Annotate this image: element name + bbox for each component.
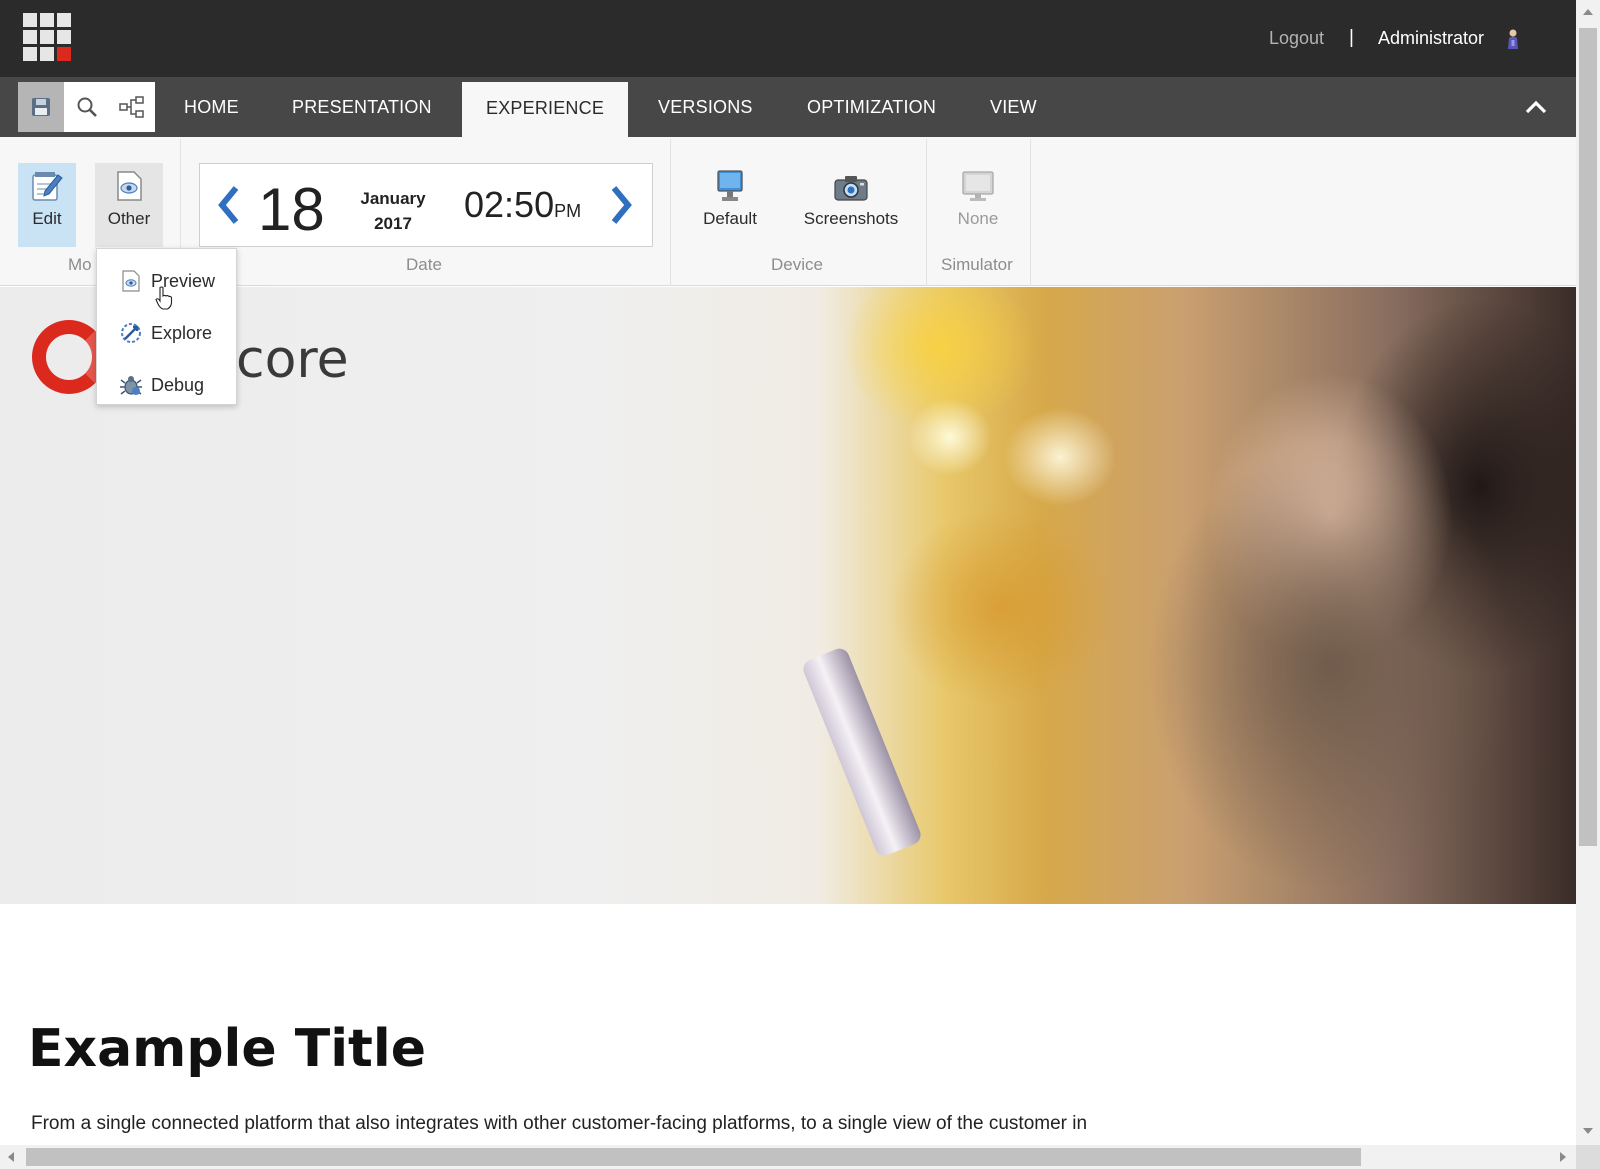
search-button[interactable] [64,82,110,132]
quick-action-bar [18,82,155,132]
search-icon [77,97,97,117]
time-ampm: PM [554,201,582,221]
horizontal-scroll-thumb[interactable] [26,1148,1361,1166]
logo-mark-icon [32,320,106,394]
tab-presentation[interactable]: PRESENTATION [292,77,432,137]
experience-editor: Logout | Administrator HOME PRESENTATION… [0,0,1600,1169]
scroll-left-icon[interactable] [8,1152,14,1162]
top-bar: Logout | Administrator [0,0,1576,77]
collapse-ribbon-icon[interactable] [1524,97,1548,117]
ribbon-tab-bar: HOME PRESENTATION EXPERIENCE VERSIONS OP… [0,77,1576,137]
launchpad-icon[interactable] [23,13,73,63]
simulator-none-label: None [957,209,999,228]
page-title: Example Title [28,1019,426,1079]
edit-icon [32,172,63,201]
logo-text: core [236,330,349,390]
navigator-icon [119,96,144,118]
menu-item-label: Explore [151,322,213,343]
scroll-down-icon[interactable] [1583,1128,1593,1134]
scroll-up-icon[interactable] [1583,9,1593,15]
simulator-group-label: Simulator [941,255,1013,274]
tab-view[interactable]: VIEW [990,77,1037,137]
simulator-monitor-icon [962,171,994,201]
previous-date-icon[interactable] [214,184,244,226]
other-mode-icon [117,171,142,201]
save-button[interactable] [18,82,64,132]
date-year: 2017 [374,214,412,233]
simulator-none-button[interactable]: None [950,163,1006,247]
monitor-icon [717,170,743,201]
menu-item-label: Debug [151,374,205,395]
time-value: 02:50 [464,184,555,225]
explore-icon [121,323,141,343]
date-group-label: Date [406,255,442,274]
logout-link[interactable]: Logout [1269,28,1324,49]
date-time: 02:50PM [464,184,581,226]
page-body-text: From a single connected platform that al… [31,1113,1088,1134]
preview-icon [122,270,140,292]
next-date-icon[interactable] [606,184,636,226]
menu-item-debug[interactable]: Debug [97,365,238,405]
other-mode-button[interactable]: Other [95,163,163,247]
hero-phone-image [800,645,924,859]
default-device-label: Default [703,209,757,228]
date-month-year: January 2017 [350,186,436,236]
date-selector: 18 January 2017 02:50PM [199,163,653,247]
date-month: January [360,189,426,208]
other-mode-label: Other [107,209,151,228]
scroll-right-icon[interactable] [1560,1152,1566,1162]
device-group-label: Device [771,255,823,274]
save-icon [31,98,50,116]
camera-icon [834,176,868,201]
menu-item-explore[interactable]: Explore [97,313,238,353]
topbar-separator: | [1349,27,1354,48]
tab-experience[interactable]: EXPERIENCE [462,82,629,137]
edit-mode-button[interactable]: Edit [18,163,76,247]
horizontal-scrollbar[interactable] [0,1145,1576,1169]
user-name[interactable]: Administrator [1378,28,1484,49]
tab-optimization[interactable]: OPTIMIZATION [807,77,936,137]
user-avatar-icon[interactable] [1506,28,1520,50]
navigator-button[interactable] [109,82,155,132]
mode-group-label: Mo [68,255,92,274]
tab-versions[interactable]: VERSIONS [658,77,753,137]
other-mode-dropdown: Preview Explore Debug [96,248,237,405]
group-divider [1030,139,1031,286]
default-device-button[interactable]: Default [698,163,762,247]
debug-icon [120,376,142,395]
date-day: 18 [258,176,325,243]
edit-mode-label: Edit [32,209,62,228]
screenshots-button[interactable]: Screenshots [795,163,907,247]
screenshots-label: Screenshots [803,209,899,228]
hand-cursor-icon [155,286,173,310]
group-divider [926,139,927,286]
vertical-scrollbar[interactable] [1576,0,1600,1145]
scrollbar-corner [1576,1145,1600,1169]
group-divider [670,139,671,286]
tab-home[interactable]: HOME [184,77,239,137]
vertical-scroll-thumb[interactable] [1579,28,1597,846]
